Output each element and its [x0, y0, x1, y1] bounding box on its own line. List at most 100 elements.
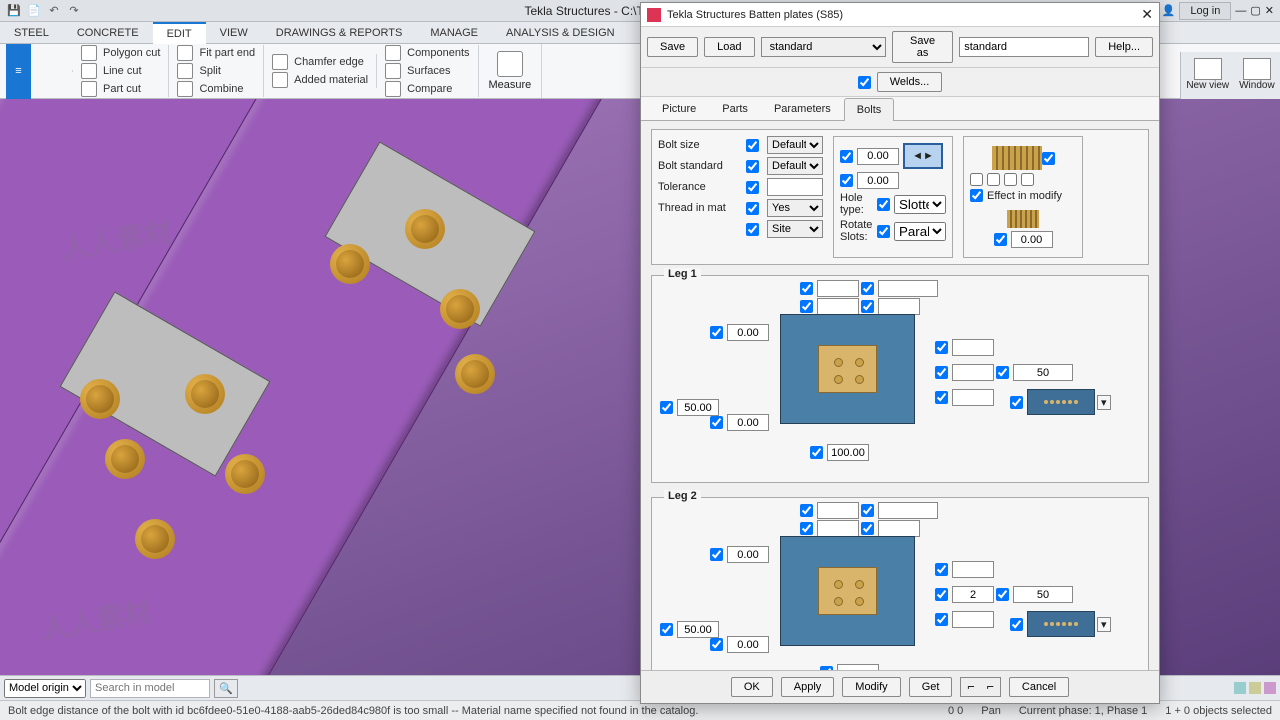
fit-part-end-button[interactable]: Fit part end: [177, 45, 255, 61]
ribbon-menu-button[interactable]: ≡: [6, 44, 31, 99]
modify-button[interactable]: Modify: [842, 677, 900, 697]
measure-icon[interactable]: [497, 51, 523, 77]
save-icon[interactable]: 💾: [6, 3, 22, 19]
leg1-sp1[interactable]: [952, 339, 994, 356]
chamfer-button[interactable]: Chamfer edge: [272, 54, 368, 70]
bolt-size-check[interactable]: [746, 139, 759, 152]
menu-edit[interactable]: EDIT: [153, 22, 206, 44]
redo-icon[interactable]: ↷: [66, 3, 82, 19]
menu-manage[interactable]: MANAGE: [416, 23, 492, 43]
num-b-input[interactable]: [857, 172, 899, 189]
chevron-down-icon[interactable]: ▾: [1097, 395, 1111, 410]
leg2-sp2[interactable]: [952, 586, 994, 603]
num-a-check[interactable]: [840, 150, 853, 163]
leg2-v3[interactable]: [727, 636, 769, 653]
tolerance-check[interactable]: [746, 181, 759, 194]
components-button[interactable]: Components: [385, 45, 469, 61]
new-view-icon[interactable]: [1194, 58, 1222, 80]
rotate-slots-label: Rotate Slots:: [840, 219, 873, 243]
save-button[interactable]: Save: [647, 37, 698, 57]
thread-check[interactable]: [746, 202, 759, 215]
menu-steel[interactable]: STEEL: [0, 23, 63, 43]
toolbar-icon[interactable]: [1249, 682, 1261, 694]
toolbar-icon[interactable]: [1234, 682, 1246, 694]
leg1-sp3[interactable]: [1013, 364, 1073, 381]
split-button[interactable]: Split: [177, 63, 255, 79]
batten-plates-dialog[interactable]: Tekla Structures Batten plates (S85) ✕ S…: [640, 2, 1160, 704]
rotate-slots-check[interactable]: [877, 225, 890, 238]
bolt-standard-select[interactable]: Default: [767, 157, 823, 175]
effect-check[interactable]: [970, 189, 983, 202]
num-c-input[interactable]: [1011, 231, 1053, 248]
num-a-input[interactable]: [857, 148, 899, 165]
open-icon[interactable]: 📄: [26, 3, 42, 19]
hole-type-label: Hole type:: [840, 192, 873, 216]
leg1-v4[interactable]: [827, 444, 869, 461]
toggle-mode[interactable]: ⌐⌐: [960, 677, 1000, 697]
preset-load-select[interactable]: standard: [761, 37, 886, 57]
undo-icon[interactable]: ↶: [46, 3, 62, 19]
added-material-button[interactable]: Added material: [272, 72, 368, 88]
leg2-sp1[interactable]: [952, 561, 994, 578]
part-cut-button[interactable]: Part cut: [81, 81, 160, 97]
welds-button[interactable]: Welds...: [877, 72, 943, 92]
site-select[interactable]: Site: [767, 220, 823, 238]
leg2-pattern-button[interactable]: [1027, 611, 1095, 637]
search-icon[interactable]: 🔍: [214, 679, 238, 698]
leg2-sp3[interactable]: [1013, 586, 1073, 603]
leg1-v1[interactable]: [727, 324, 769, 341]
search-input[interactable]: [90, 679, 210, 698]
compare-button[interactable]: Compare: [385, 81, 469, 97]
leg1-sp2[interactable]: [952, 364, 994, 381]
leg1-v3[interactable]: [727, 414, 769, 431]
dialog-titlebar[interactable]: Tekla Structures Batten plates (S85) ✕: [641, 3, 1159, 27]
thread-select[interactable]: Yes: [767, 199, 823, 217]
close-icon[interactable]: ✕: [1265, 4, 1274, 17]
tab-parameters[interactable]: Parameters: [761, 97, 844, 120]
model-origin-select[interactable]: Model origin: [4, 679, 86, 698]
save-as-button[interactable]: Save as: [892, 31, 953, 63]
bolt-3d: [80, 379, 120, 419]
login-button[interactable]: Log in: [1179, 2, 1231, 20]
dialog-close-icon[interactable]: ✕: [1141, 6, 1153, 23]
num-c-check[interactable]: [994, 233, 1007, 246]
apply-button[interactable]: Apply: [781, 677, 835, 697]
assembly-check[interactable]: [1042, 152, 1055, 165]
ok-button[interactable]: OK: [731, 677, 773, 697]
welds-check[interactable]: [858, 76, 871, 89]
menu-view[interactable]: VIEW: [206, 23, 262, 43]
polygon-cut-button[interactable]: Polygon cut: [81, 45, 160, 61]
bolt-standard-check[interactable]: [746, 160, 759, 173]
site-check[interactable]: [746, 223, 759, 236]
leg1-sp4[interactable]: [952, 389, 994, 406]
maximize-icon[interactable]: ▢: [1250, 4, 1260, 17]
combine-button[interactable]: Combine: [177, 81, 255, 97]
tab-bolts[interactable]: Bolts: [844, 98, 894, 121]
minimize-icon[interactable]: —: [1235, 5, 1246, 17]
hole-type-select[interactable]: Slotted: [894, 195, 946, 214]
line-cut-button[interactable]: Line cut: [81, 63, 160, 79]
chevron-down-icon[interactable]: ▾: [1097, 617, 1111, 632]
menu-concrete[interactable]: CONCRETE: [63, 23, 153, 43]
surfaces-button[interactable]: Surfaces: [385, 63, 469, 79]
leg1-pattern-button[interactable]: [1027, 389, 1095, 415]
rotate-slots-select[interactable]: Paralle: [894, 222, 946, 241]
get-button[interactable]: Get: [909, 677, 953, 697]
tab-parts[interactable]: Parts: [709, 97, 761, 120]
hole-type-check[interactable]: [877, 198, 890, 211]
tolerance-input[interactable]: [767, 178, 823, 196]
help-button[interactable]: Help...: [1095, 37, 1153, 57]
menu-analysis[interactable]: ANALYSIS & DESIGN: [492, 23, 629, 43]
window-icon[interactable]: [1243, 58, 1271, 80]
bolt-size-select[interactable]: Default: [767, 136, 823, 154]
preset-save-input[interactable]: [959, 37, 1089, 57]
num-b-check[interactable]: [840, 174, 853, 187]
toolbar-icon[interactable]: [1264, 682, 1276, 694]
cancel-button[interactable]: Cancel: [1009, 677, 1069, 697]
line-cut-icon: [81, 63, 97, 79]
tab-picture[interactable]: Picture: [649, 97, 709, 120]
bolt-direction-button[interactable]: ◄►: [903, 143, 943, 169]
leg2-v1[interactable]: [727, 546, 769, 563]
load-button[interactable]: Load: [704, 37, 754, 57]
menu-drawings[interactable]: DRAWINGS & REPORTS: [262, 23, 417, 43]
